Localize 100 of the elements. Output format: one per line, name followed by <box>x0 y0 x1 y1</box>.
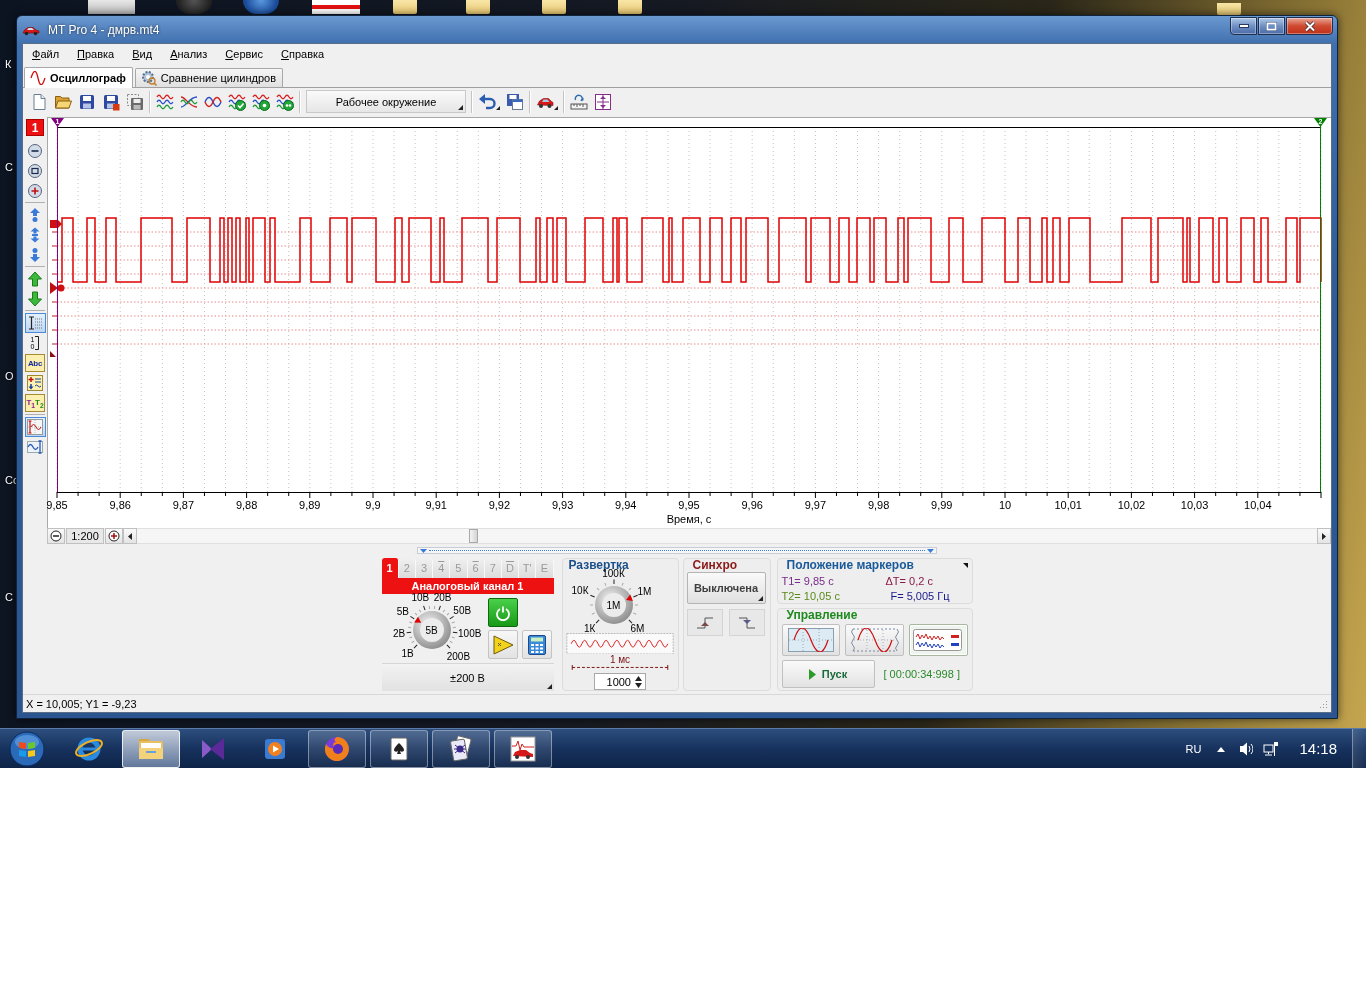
zoom-in-button[interactable] <box>105 528 123 544</box>
taskbar-app-button[interactable] <box>370 729 428 768</box>
text-tool-button[interactable]: Abc <box>25 354 45 372</box>
menu-item[interactable]: Файл <box>23 44 69 65</box>
save-all-icon[interactable] <box>126 92 144 111</box>
tab[interactable]: Сравнение цилиндров <box>134 68 283 87</box>
falling-edge-icon <box>737 615 756 630</box>
sync-mode-dropdown[interactable]: Выключена <box>686 572 766 604</box>
x-tick-label: 9,93 <box>551 499 574 511</box>
desktop-icon-label[interactable]: К <box>5 58 12 70</box>
window-title: MT Pro 4 - дмрв.mt4 <box>48 22 160 37</box>
desktop-icon-label[interactable]: С <box>5 591 13 603</box>
minimize-button[interactable] <box>1230 17 1257 35</box>
resize-grip-icon[interactable] <box>1318 698 1328 709</box>
desktop-icon-label[interactable]: О <box>5 370 14 382</box>
calculator-button[interactable] <box>521 630 552 659</box>
knob-scale-label: 20В <box>433 593 452 604</box>
power-button[interactable] <box>487 598 518 627</box>
taskbar-app-button[interactable] <box>122 729 180 768</box>
chevron-up-icon[interactable] <box>1217 745 1226 752</box>
knob-scale-label: 5В <box>396 607 410 618</box>
trigger-button[interactable] <box>487 630 518 659</box>
language-indicator[interactable]: RU <box>1185 742 1202 755</box>
scroll-left-button[interactable] <box>123 528 137 544</box>
scroll-thumb[interactable] <box>469 529 478 543</box>
arrow-up-icon[interactable] <box>27 271 43 287</box>
save-as-icon[interactable] <box>102 92 120 111</box>
time-span-label: 1 мс <box>609 655 631 666</box>
clock[interactable]: 14:18 <box>1299 740 1337 757</box>
play-icon <box>808 668 816 680</box>
stripes-icon[interactable] <box>312 0 360 14</box>
markers-frame-icon[interactable] <box>594 92 612 111</box>
display-mode-button[interactable] <box>781 624 841 656</box>
zoom-in-icon[interactable] <box>27 183 43 199</box>
x-tick-label: 9,95 <box>678 499 700 511</box>
x-tick-label: 9,85 <box>47 499 68 511</box>
tile-icon[interactable] <box>88 0 135 14</box>
range-dropdown[interactable]: ±200 В <box>381 663 554 691</box>
x-tick-label: 10,01 <box>1054 499 1082 511</box>
waves-icon[interactable] <box>156 92 174 111</box>
waves-check-icon[interactable] <box>228 92 246 111</box>
marker-line[interactable] <box>57 125 58 493</box>
taskbar-app-button[interactable] <box>494 729 552 768</box>
menu-item[interactable]: Правка <box>68 44 124 65</box>
corner-triangle-icon[interactable] <box>962 563 968 568</box>
marker-flag[interactable] <box>51 118 64 127</box>
zoom-out-button[interactable] <box>47 528 65 544</box>
menu-item[interactable]: Вид <box>123 44 162 65</box>
zero-marker-icon[interactable] <box>50 282 65 294</box>
points-spinbox[interactable]: 1000 <box>594 673 646 690</box>
arrow-down-icon[interactable] <box>27 291 43 307</box>
menu-item[interactable]: Анализ <box>161 44 217 65</box>
elapsed-timer: [ 00:00:34:998 ] <box>883 668 960 680</box>
tab[interactable]: Осциллограф <box>24 67 133 88</box>
environment-dropdown[interactable]: Рабочее окружение <box>306 90 466 113</box>
menu-item[interactable]: Справка <box>272 44 334 65</box>
volume-icon[interactable] <box>1239 740 1254 757</box>
x-tick-label: 9,91 <box>425 499 447 511</box>
network-icon[interactable] <box>1262 740 1279 757</box>
new-file-icon[interactable] <box>30 92 48 111</box>
sine-grid-icon <box>787 628 834 652</box>
maximize-button[interactable] <box>1258 17 1285 35</box>
display-mode-button[interactable] <box>908 624 968 656</box>
scroll-right-button[interactable] <box>1317 528 1331 544</box>
x-tick-label: 9,99 <box>931 499 953 511</box>
channel-tab[interactable]: 1 <box>381 558 399 578</box>
panel-title: Положение маркеров <box>786 559 914 572</box>
desktop-icon-label[interactable]: С <box>5 161 13 173</box>
level-marker-icon[interactable] <box>50 351 56 357</box>
waves-dots-icon[interactable] <box>276 92 294 111</box>
zoom-level[interactable]: 1:200 <box>66 528 104 544</box>
wave-tool-button[interactable] <box>24 437 46 457</box>
marker-flag[interactable] <box>1314 118 1327 127</box>
undo-icon[interactable] <box>478 92 500 111</box>
save-icon[interactable] <box>78 92 96 111</box>
levels-tool-button[interactable] <box>24 373 46 393</box>
x-tick-label: 9,94 <box>615 499 637 511</box>
channel-marker-icon[interactable] <box>50 220 62 228</box>
ruler-icon[interactable] <box>570 92 588 111</box>
right-arrow-icon <box>1322 532 1326 540</box>
close-icon <box>1303 20 1316 32</box>
knob-scale-label: 100В <box>458 629 482 640</box>
knob-scale-label: 1М <box>637 587 652 598</box>
close-button[interactable] <box>1286 17 1333 35</box>
zoom-fit-icon[interactable] <box>27 163 43 179</box>
display-mode-button[interactable] <box>845 624 904 656</box>
taskbar-app-button[interactable] <box>432 729 490 768</box>
zoom-out-icon[interactable] <box>27 143 43 159</box>
save-window-icon[interactable] <box>506 92 524 111</box>
cursor-tool-button[interactable] <box>24 313 46 333</box>
show-desktop-button[interactable] <box>1352 729 1366 768</box>
chart-tool-button[interactable] <box>24 417 46 437</box>
multi-wave-icon <box>913 628 964 652</box>
waves-dot-icon[interactable] <box>252 92 270 111</box>
menu-item[interactable]: Сервис <box>216 44 272 65</box>
marker-line[interactable] <box>1320 125 1321 493</box>
panel-splitter[interactable] <box>417 547 937 554</box>
start-button[interactable]: Пуск <box>781 660 875 688</box>
channel-indicator[interactable]: 1 <box>26 119 44 136</box>
markers-tool-button[interactable]: T$_{1}$T$_{2}$ <box>25 394 45 412</box>
